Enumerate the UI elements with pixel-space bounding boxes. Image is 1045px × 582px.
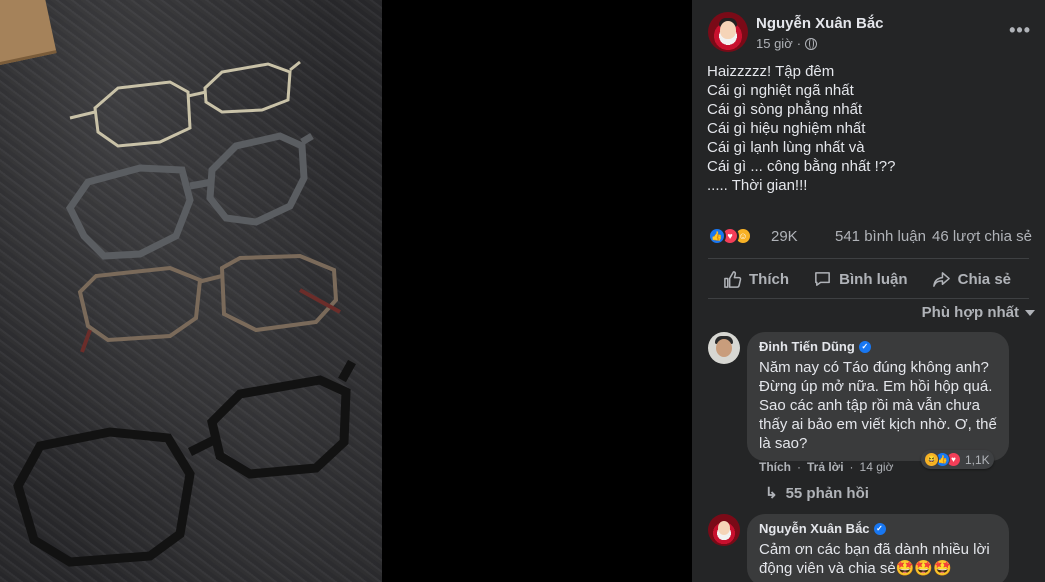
comment-label: Bình luận	[839, 270, 908, 288]
post-photo[interactable]	[0, 0, 382, 582]
comment-item: Đinh Tiến Dũng ✓ Năm nay có Táo đúng khô…	[708, 332, 1031, 502]
post-side-panel: Nguyễn Xuân Bắc 15 giờ · ••• Haizzzzz! T…	[692, 0, 1045, 582]
comment-reaction-summary[interactable]: 😆 👍 ♥ 1,1K	[921, 450, 994, 469]
author-avatar[interactable]	[708, 12, 748, 52]
post-timestamp[interactable]: 15 giờ	[756, 36, 793, 51]
verified-badge-icon: ✓	[873, 523, 886, 535]
caret-down-icon	[1025, 309, 1035, 316]
haha-reaction-icon: 😆	[924, 452, 939, 467]
like-button[interactable]: Thích	[723, 262, 789, 296]
replies-count: 55 phản hồi	[785, 484, 869, 502]
globe-icon	[805, 37, 818, 50]
like-reaction-icon: 👍	[708, 227, 726, 245]
reaction-icons[interactable]: 👍 ♥ ☺	[708, 227, 752, 245]
thumbs-up-icon	[724, 270, 742, 288]
comment-icon	[815, 271, 831, 286]
sort-label: Phù hợp nhất	[921, 304, 1019, 321]
comment-reaction-count: 1,1K	[965, 452, 990, 467]
share-button[interactable]: Chia sẻ	[932, 262, 1011, 296]
post-text: Haizzzzz! Tập đêm Cái gì nghiệt ngã nhất…	[707, 63, 896, 194]
divider	[708, 298, 1029, 299]
dot-separator: ·	[797, 460, 801, 474]
comment-count[interactable]: 541 bình luận	[835, 228, 926, 245]
comment-actions: Thích · Trả lời · 14 giờ	[759, 460, 893, 474]
comment-text: Cảm ơn các bạn đã dành nhiều lời động vi…	[759, 541, 990, 577]
comment-button[interactable]: Bình luận	[813, 262, 907, 296]
comment-reply-link[interactable]: Trả lời	[807, 460, 844, 474]
photo-viewer	[0, 0, 692, 582]
comment-text: Năm nay có Táo đúng không anh? Đừng úp m…	[759, 359, 997, 452]
view-replies-link[interactable]: ↳ 55 phản hồi	[765, 484, 869, 503]
comment-timestamp[interactable]: 14 giờ	[860, 460, 894, 474]
dot-separator: ·	[796, 36, 802, 51]
share-arrow-icon	[932, 271, 950, 287]
comment-like-link[interactable]: Thích	[759, 460, 791, 474]
comment-sort-dropdown[interactable]: Phù hợp nhất	[922, 304, 1035, 321]
commenter-name[interactable]: Nguyễn Xuân Bắc ✓	[759, 521, 997, 537]
commenter-name[interactable]: Đinh Tiến Dũng ✓	[759, 339, 997, 355]
like-label: Thích	[749, 270, 789, 288]
commenter-name-text: Nguyễn Xuân Bắc	[759, 521, 870, 536]
dot-separator: ·	[849, 460, 854, 474]
eyeglasses-illustration	[13, 60, 356, 567]
post-author-name[interactable]: Nguyễn Xuân Bắc	[756, 15, 884, 32]
commenter-avatar[interactable]	[708, 332, 740, 364]
divider	[708, 258, 1029, 259]
post-header: Nguyễn Xuân Bắc 15 giờ · •••	[708, 12, 1031, 54]
comment-item: Nguyễn Xuân Bắc ✓ Cảm ơn các bạn đã dành…	[708, 514, 1031, 582]
comment-bubble: Nguyễn Xuân Bắc ✓ Cảm ơn các bạn đã dành…	[747, 514, 1009, 582]
post-actions: Thích Bình luận Chia sẻ	[708, 262, 1029, 296]
comment-bubble: Đinh Tiến Dũng ✓ Năm nay có Táo đúng khô…	[747, 332, 1009, 461]
verified-badge-icon: ✓	[858, 341, 871, 353]
commenter-name-text: Đinh Tiến Dũng	[759, 339, 855, 354]
share-label: Chia sẻ	[957, 270, 1011, 288]
share-count[interactable]: 46 lượt chia sẻ	[932, 228, 1032, 245]
more-options-icon[interactable]: •••	[1009, 20, 1031, 41]
reaction-summary: 👍 ♥ ☺ 29K 541 bình luận 46 lượt chia sẻ	[708, 226, 1035, 248]
post-meta: 15 giờ ·	[756, 36, 818, 51]
reply-arrow-icon: ↳	[765, 485, 778, 502]
commenter-avatar[interactable]	[708, 514, 740, 546]
reaction-count[interactable]: 29K	[771, 228, 798, 245]
